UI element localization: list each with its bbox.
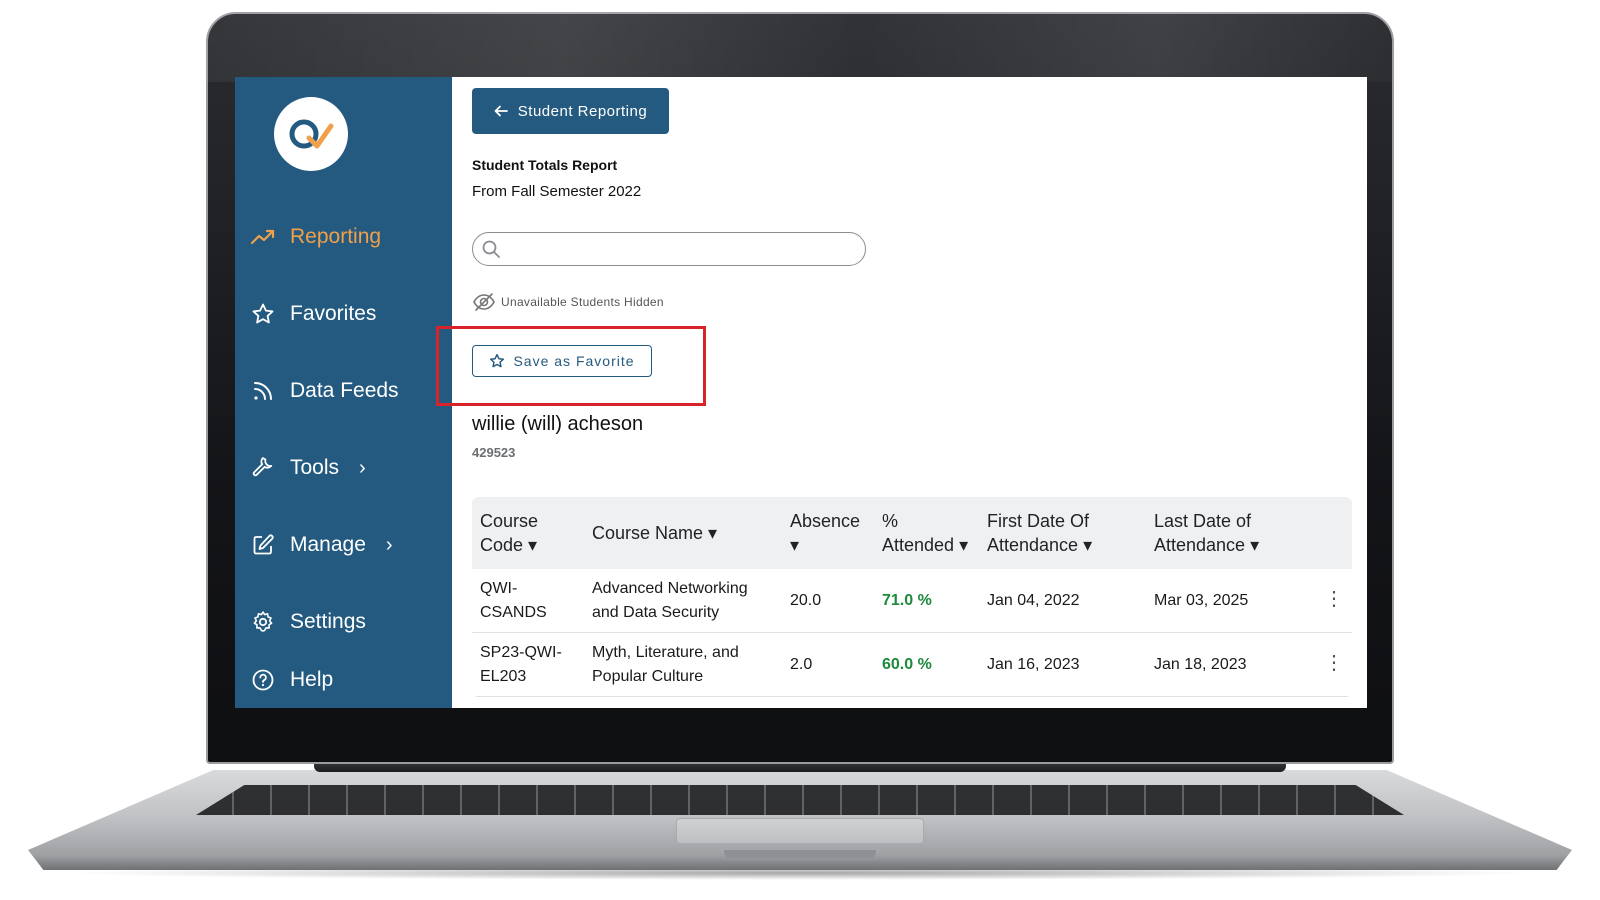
main-content: Student Reporting Student Totals Report … bbox=[436, 77, 1367, 708]
row-actions[interactable]: ⋮ bbox=[1316, 589, 1352, 613]
cell-last-date: Mar 03, 2025 bbox=[1154, 591, 1249, 609]
cell-percent-attended: 71.0 % bbox=[882, 591, 932, 609]
cell-first-date: Jan 16, 2023 bbox=[987, 655, 1080, 673]
unavailable-students-toggle[interactable]: Unavailable Students Hidden bbox=[472, 292, 664, 312]
chevron-right-icon: › bbox=[359, 456, 366, 479]
sidebar-item-reporting[interactable]: Reporting bbox=[250, 222, 450, 252]
sidebar-item-favorites[interactable]: Favorites bbox=[250, 299, 450, 329]
help-icon bbox=[252, 669, 274, 691]
save-as-favorite-button[interactable]: Save as Favorite bbox=[472, 345, 652, 377]
column-header-first-date[interactable]: First Date Of Attendance ▾ bbox=[979, 509, 1146, 557]
eye-slash-icon bbox=[473, 293, 495, 311]
student-name: willie (will) acheson bbox=[472, 413, 644, 435]
column-header-last-date[interactable]: Last Date of Attendance ▾ bbox=[1146, 509, 1316, 557]
unavailable-students-label: Unavailable Students Hidden bbox=[501, 295, 664, 309]
sidebar-item-help[interactable]: Help bbox=[250, 665, 450, 695]
edit-icon bbox=[253, 534, 274, 555]
sidebar-item-label: Help bbox=[290, 668, 334, 691]
trend-up-icon bbox=[250, 229, 275, 245]
wrench-icon bbox=[252, 457, 273, 477]
column-header-percent-attended[interactable]: % Attended ▾ bbox=[874, 509, 979, 557]
star-icon bbox=[490, 353, 505, 368]
search-icon bbox=[482, 240, 500, 258]
back-to-student-reporting-button[interactable]: Student Reporting bbox=[472, 88, 669, 134]
cell-last-date: Jan 18, 2023 bbox=[1154, 655, 1247, 673]
row-actions[interactable]: ⋮ bbox=[1316, 653, 1352, 677]
column-header-course-name[interactable]: Course Name ▾ bbox=[584, 521, 782, 545]
sidebar-item-label: Favorites bbox=[290, 302, 377, 325]
gear-icon bbox=[253, 611, 273, 632]
rss-icon bbox=[254, 382, 272, 400]
sidebar-item-tools[interactable]: Tools › bbox=[250, 453, 450, 483]
cell-first-date: Jan 04, 2022 bbox=[987, 591, 1080, 609]
logo-icon bbox=[289, 119, 334, 149]
save-as-favorite-label: Save as Favorite bbox=[513, 353, 635, 369]
sidebar-item-manage[interactable]: Manage › bbox=[250, 530, 450, 560]
courses-table: Course Code ▾ Course Name ▾ Absence ▾ % … bbox=[472, 497, 1352, 697]
laptop-notch bbox=[724, 850, 876, 858]
arrow-left-icon bbox=[494, 105, 508, 117]
laptop-lid-glare bbox=[206, 12, 1394, 82]
cell-course-code: SP23-QWI- EL203 bbox=[480, 643, 562, 685]
report-title: Student Totals Report bbox=[472, 157, 618, 173]
laptop-trackpad bbox=[676, 818, 924, 844]
column-header-course-code[interactable]: Course Code ▾ bbox=[472, 509, 584, 557]
sidebar: Reporting Favorites Data Feeds Tools › M… bbox=[235, 77, 452, 708]
app-screen: Reporting Favorites Data Feeds Tools › M… bbox=[235, 77, 1367, 708]
laptop-keyboard bbox=[196, 785, 1404, 815]
cell-absence: 20.0 bbox=[790, 591, 822, 609]
sidebar-item-data-feeds[interactable]: Data Feeds bbox=[250, 376, 450, 406]
table-row[interactable]: QWI- CSANDS Advanced Networking and Data… bbox=[472, 569, 1352, 633]
table-row[interactable]: SP23-QWI- EL203 Myth, Literature, and Po… bbox=[472, 633, 1352, 697]
sidebar-item-label: Settings bbox=[290, 610, 366, 633]
column-header-absence[interactable]: Absence ▾ bbox=[782, 509, 874, 557]
table-header-row: Course Code ▾ Course Name ▾ Absence ▾ % … bbox=[472, 497, 1352, 569]
chevron-right-icon: › bbox=[385, 533, 393, 556]
cell-course-name: Myth, Literature, and Popular Culture bbox=[592, 643, 739, 685]
star-icon bbox=[252, 303, 274, 324]
back-button-label: Student Reporting bbox=[517, 102, 648, 120]
report-subtitle: From Fall Semester 2022 bbox=[472, 183, 642, 200]
sidebar-item-settings[interactable]: Settings bbox=[250, 607, 450, 637]
sidebar-item-label: Reporting bbox=[290, 225, 382, 248]
cell-percent-attended: 60.0 % bbox=[882, 655, 932, 673]
sidebar-item-label: Manage bbox=[290, 533, 366, 556]
more-vertical-icon[interactable]: ⋮ bbox=[1324, 652, 1344, 674]
search-field[interactable] bbox=[472, 232, 866, 266]
cell-absence: 2.0 bbox=[790, 655, 813, 673]
sidebar-item-label: Tools bbox=[290, 456, 340, 479]
app-logo[interactable] bbox=[274, 97, 348, 171]
search-input[interactable] bbox=[507, 236, 847, 262]
student-id: 429523 bbox=[472, 445, 516, 460]
cell-course-name: Advanced Networking and Data Security bbox=[592, 579, 748, 621]
cell-course-code: QWI- CSANDS bbox=[480, 579, 547, 621]
more-vertical-icon[interactable]: ⋮ bbox=[1324, 588, 1344, 610]
sidebar-item-label: Data Feeds bbox=[290, 379, 399, 402]
